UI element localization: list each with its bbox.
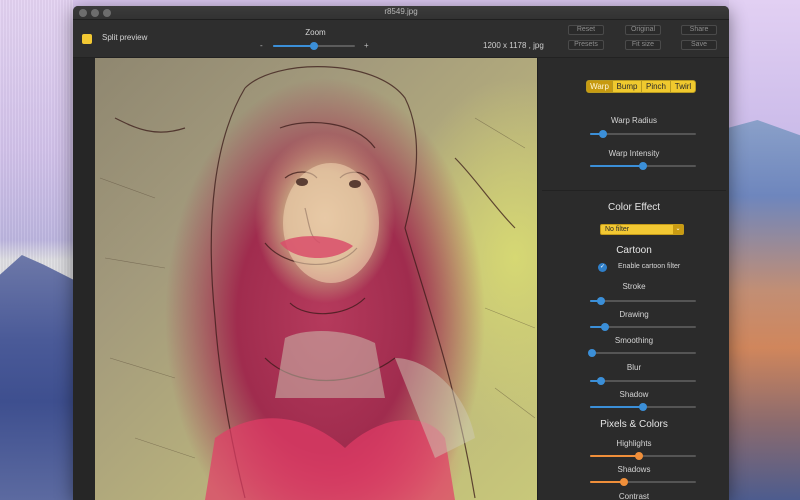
blur-label: Blur [626,363,642,372]
warp-intensity-slider[interactable] [590,162,696,170]
warp-intensity-label: Warp Intensity [608,149,660,158]
split-preview-checkbox[interactable] [82,34,92,44]
segment-warp[interactable]: Warp [587,81,613,92]
split-preview-label: Split preview [102,33,148,42]
slider-knob[interactable] [619,478,628,486]
drawing-label: Drawing [619,310,649,319]
zoom-slider-fill [273,45,314,47]
zoom-slider-knob[interactable] [310,42,318,50]
pixels-colors-heading: Pixels & Colors [600,419,668,430]
desktop-wallpaper-right [729,0,800,500]
slider-knob[interactable] [596,377,605,385]
wallpaper-mountain [729,120,800,500]
title-bar: r8549.jpg [73,6,729,20]
window-title: r8549.jpg [384,7,418,16]
slider-knob[interactable] [596,297,605,305]
cartoon-portrait-image [95,58,537,500]
smoothing-slider[interactable] [588,349,696,357]
color-effect-heading: Color Effect [607,202,661,213]
highlights-slider[interactable] [590,452,696,460]
toolbar: Split preview Zoom - + 1200 x 1178 , jpg… [73,20,729,58]
enable-cartoon-label: Enable cartoon filter [618,263,681,270]
slider-fill [590,406,643,408]
cartoon-heading: Cartoon [616,245,652,256]
panel-divider [542,190,726,191]
slider-fill [590,165,643,167]
image-info: 1200 x 1178 , jpg [483,41,544,50]
shadows-label: Shadows [617,465,651,474]
presets-button[interactable]: Presets [568,40,604,50]
canvas-gutter [73,58,95,500]
zoom-label: Zoom [305,28,326,37]
contrast-label: Contrast [618,492,650,500]
fit-size-button[interactable]: Fit size [625,40,661,50]
segment-pinch[interactable]: Pinch [642,81,671,92]
highlights-label: Highlights [616,439,652,448]
app-window: r8549.jpg Split preview Zoom - + 1200 x … [73,6,729,500]
drawing-slider[interactable] [590,323,696,331]
enable-cartoon-checkbox[interactable]: ✓ [598,263,607,272]
slider-knob[interactable] [598,130,607,138]
stroke-label: Stroke [622,282,646,291]
slider-knob[interactable] [634,452,643,460]
chevron-down-icon: ⌄ [673,225,683,234]
wallpaper-mountain [0,255,73,500]
distortion-segmented-control: Warp Bump Pinch Twirl [586,80,696,93]
segment-twirl[interactable]: Twirl [671,81,695,92]
stroke-slider[interactable] [590,297,696,305]
slider-knob[interactable] [639,403,647,411]
slider-knob[interactable] [639,162,647,170]
desktop-wallpaper-left [0,0,73,500]
shadow-slider[interactable] [590,403,696,411]
smoothing-label: Smoothing [614,336,654,345]
shadow-label: Shadow [619,390,649,399]
slider-fill [590,455,639,457]
reset-button[interactable]: Reset [568,25,604,35]
adjustments-panel: Warp Bump Pinch Twirl Warp Radius Warp I… [537,58,729,500]
share-button[interactable]: Share [681,25,717,35]
image-canvas[interactable] [95,58,537,500]
segment-bump[interactable]: Bump [613,81,642,92]
zoom-out-button[interactable]: - [260,41,263,50]
slider-fill [590,481,624,483]
slider-knob[interactable] [588,349,597,357]
warp-radius-slider[interactable] [590,130,696,138]
slider-knob[interactable] [600,323,609,331]
save-button[interactable]: Save [681,40,717,50]
shadows-slider[interactable] [590,478,696,486]
portrait-sketch [99,66,536,500]
blur-slider[interactable] [590,377,696,385]
color-filter-select[interactable]: No filter ⌄ [600,224,684,235]
zoom-in-button[interactable]: + [364,41,369,50]
warp-radius-label: Warp Radius [611,116,657,125]
original-button[interactable]: Original [625,25,661,35]
selected-filter: No filter [605,226,630,233]
